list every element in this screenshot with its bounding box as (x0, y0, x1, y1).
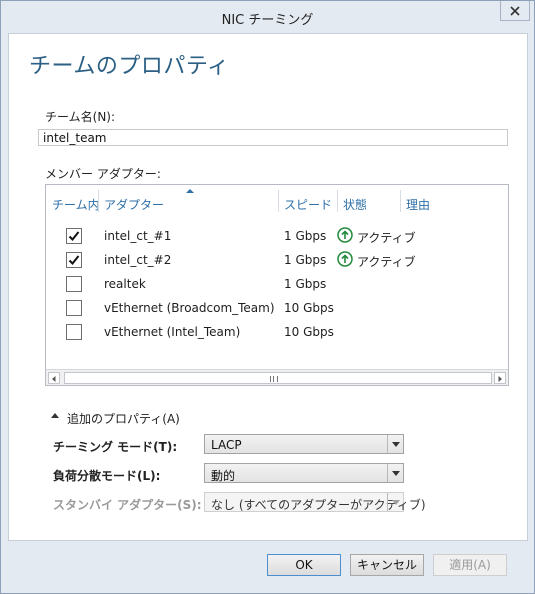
chevron-left-icon (52, 376, 56, 382)
adapter-name: realtek (104, 277, 146, 291)
column-header-reason[interactable]: 理由 (406, 196, 430, 213)
member-adapters-label: メンバー アダプター: (45, 167, 161, 181)
chevron-right-icon (498, 376, 502, 382)
column-divider[interactable] (98, 190, 99, 212)
in-team-checkbox[interactable] (66, 300, 82, 316)
column-divider[interactable] (400, 190, 401, 212)
page-title: チームのプロパティ (29, 54, 230, 79)
scroll-right-button[interactable] (494, 372, 506, 384)
button-bar: OK キャンセル 適用(A) (1, 541, 534, 593)
teaming-mode-value: LACP (211, 438, 242, 452)
ok-button[interactable]: OK (267, 554, 341, 576)
in-team-checkbox[interactable] (66, 324, 82, 340)
chevron-down-icon[interactable] (387, 435, 403, 453)
in-team-checkbox[interactable] (66, 276, 82, 292)
load-balancing-select[interactable]: 動的 (204, 463, 404, 483)
team-name-input[interactable] (38, 129, 508, 146)
checkmark-icon (68, 231, 80, 241)
teaming-mode-select[interactable]: LACP (204, 434, 404, 454)
teaming-mode-label: チーミング モード(T): (53, 440, 178, 454)
up-arrow-circle-icon (337, 251, 353, 267)
adapter-name: vEthernet (Intel_Team) (104, 325, 241, 339)
adapter-name: vEthernet (Broadcom_Team) (104, 301, 275, 315)
window-title: NIC チーミング (221, 13, 314, 28)
column-header-status[interactable]: 状態 (343, 196, 367, 213)
chevron-up-icon[interactable] (51, 413, 59, 418)
table-row[interactable]: realtek 1 Gbps (46, 272, 508, 296)
team-name-label: チーム名(N): (45, 110, 116, 124)
grip-icon (270, 376, 278, 382)
chevron-down-icon[interactable] (387, 464, 403, 482)
in-team-checkbox[interactable] (66, 228, 82, 244)
scroll-thumb[interactable] (64, 372, 492, 384)
adapter-speed: 10 Gbps (284, 301, 334, 315)
adapter-status: アクティブ (357, 231, 416, 245)
table-row[interactable]: vEthernet (Broadcom_Team) 10 Gbps (46, 296, 508, 320)
load-balancing-value: 動的 (211, 469, 236, 483)
checkmark-icon (68, 255, 80, 265)
close-icon (510, 5, 520, 16)
column-header-adapter[interactable]: アダプター (104, 196, 164, 213)
column-header-speed[interactable]: スピード (284, 196, 332, 213)
chevron-down-icon[interactable] (387, 493, 403, 511)
adapter-speed: 1 Gbps (284, 277, 327, 291)
column-divider[interactable] (278, 190, 279, 212)
table-row[interactable]: intel_ct_#1 1 Gbps アクティブ (46, 224, 508, 248)
column-header-in-team[interactable]: チーム内 (52, 196, 100, 213)
up-arrow-circle-icon (337, 227, 353, 243)
table-row[interactable]: intel_ct_#2 1 Gbps アクティブ (46, 248, 508, 272)
title-bar: NIC チーミング (1, 1, 534, 33)
adapter-status: アクティブ (357, 255, 416, 269)
adapter-speed: 1 Gbps (284, 229, 327, 243)
table-row[interactable]: vEthernet (Intel_Team) 10 Gbps (46, 320, 508, 344)
adapter-speed: 1 Gbps (284, 253, 327, 267)
close-button[interactable] (500, 1, 530, 21)
list-header: チーム内 アダプター スピード 状態 理由 (46, 185, 508, 213)
member-adapters-list[interactable]: チーム内 アダプター スピード 状態 理由 intel_ct_#1 1 Gbps… (45, 184, 509, 386)
in-team-checkbox[interactable] (66, 252, 82, 268)
load-balancing-label: 負荷分散モード(L): (53, 469, 161, 483)
additional-properties-toggle[interactable]: 追加のプロパティ(A) (67, 410, 180, 427)
sort-ascending-icon (186, 189, 194, 193)
column-divider[interactable] (337, 190, 338, 212)
nic-teaming-window: NIC チーミング チームのプロパティ チーム名(N): メンバー アダプター:… (0, 0, 535, 594)
apply-button[interactable]: 適用(A) (433, 554, 507, 576)
adapter-name: intel_ct_#2 (104, 253, 172, 267)
horizontal-scrollbar[interactable] (46, 369, 508, 385)
scroll-left-button[interactable] (48, 372, 60, 384)
adapter-speed: 10 Gbps (284, 325, 334, 339)
adapter-name: intel_ct_#1 (104, 229, 172, 243)
cancel-button[interactable]: キャンセル (350, 554, 424, 576)
standby-adapter-label: スタンバイ アダプター(S): (53, 498, 202, 512)
standby-adapter-select[interactable]: なし (すべてのアダプターがアクティブ) (204, 492, 426, 512)
